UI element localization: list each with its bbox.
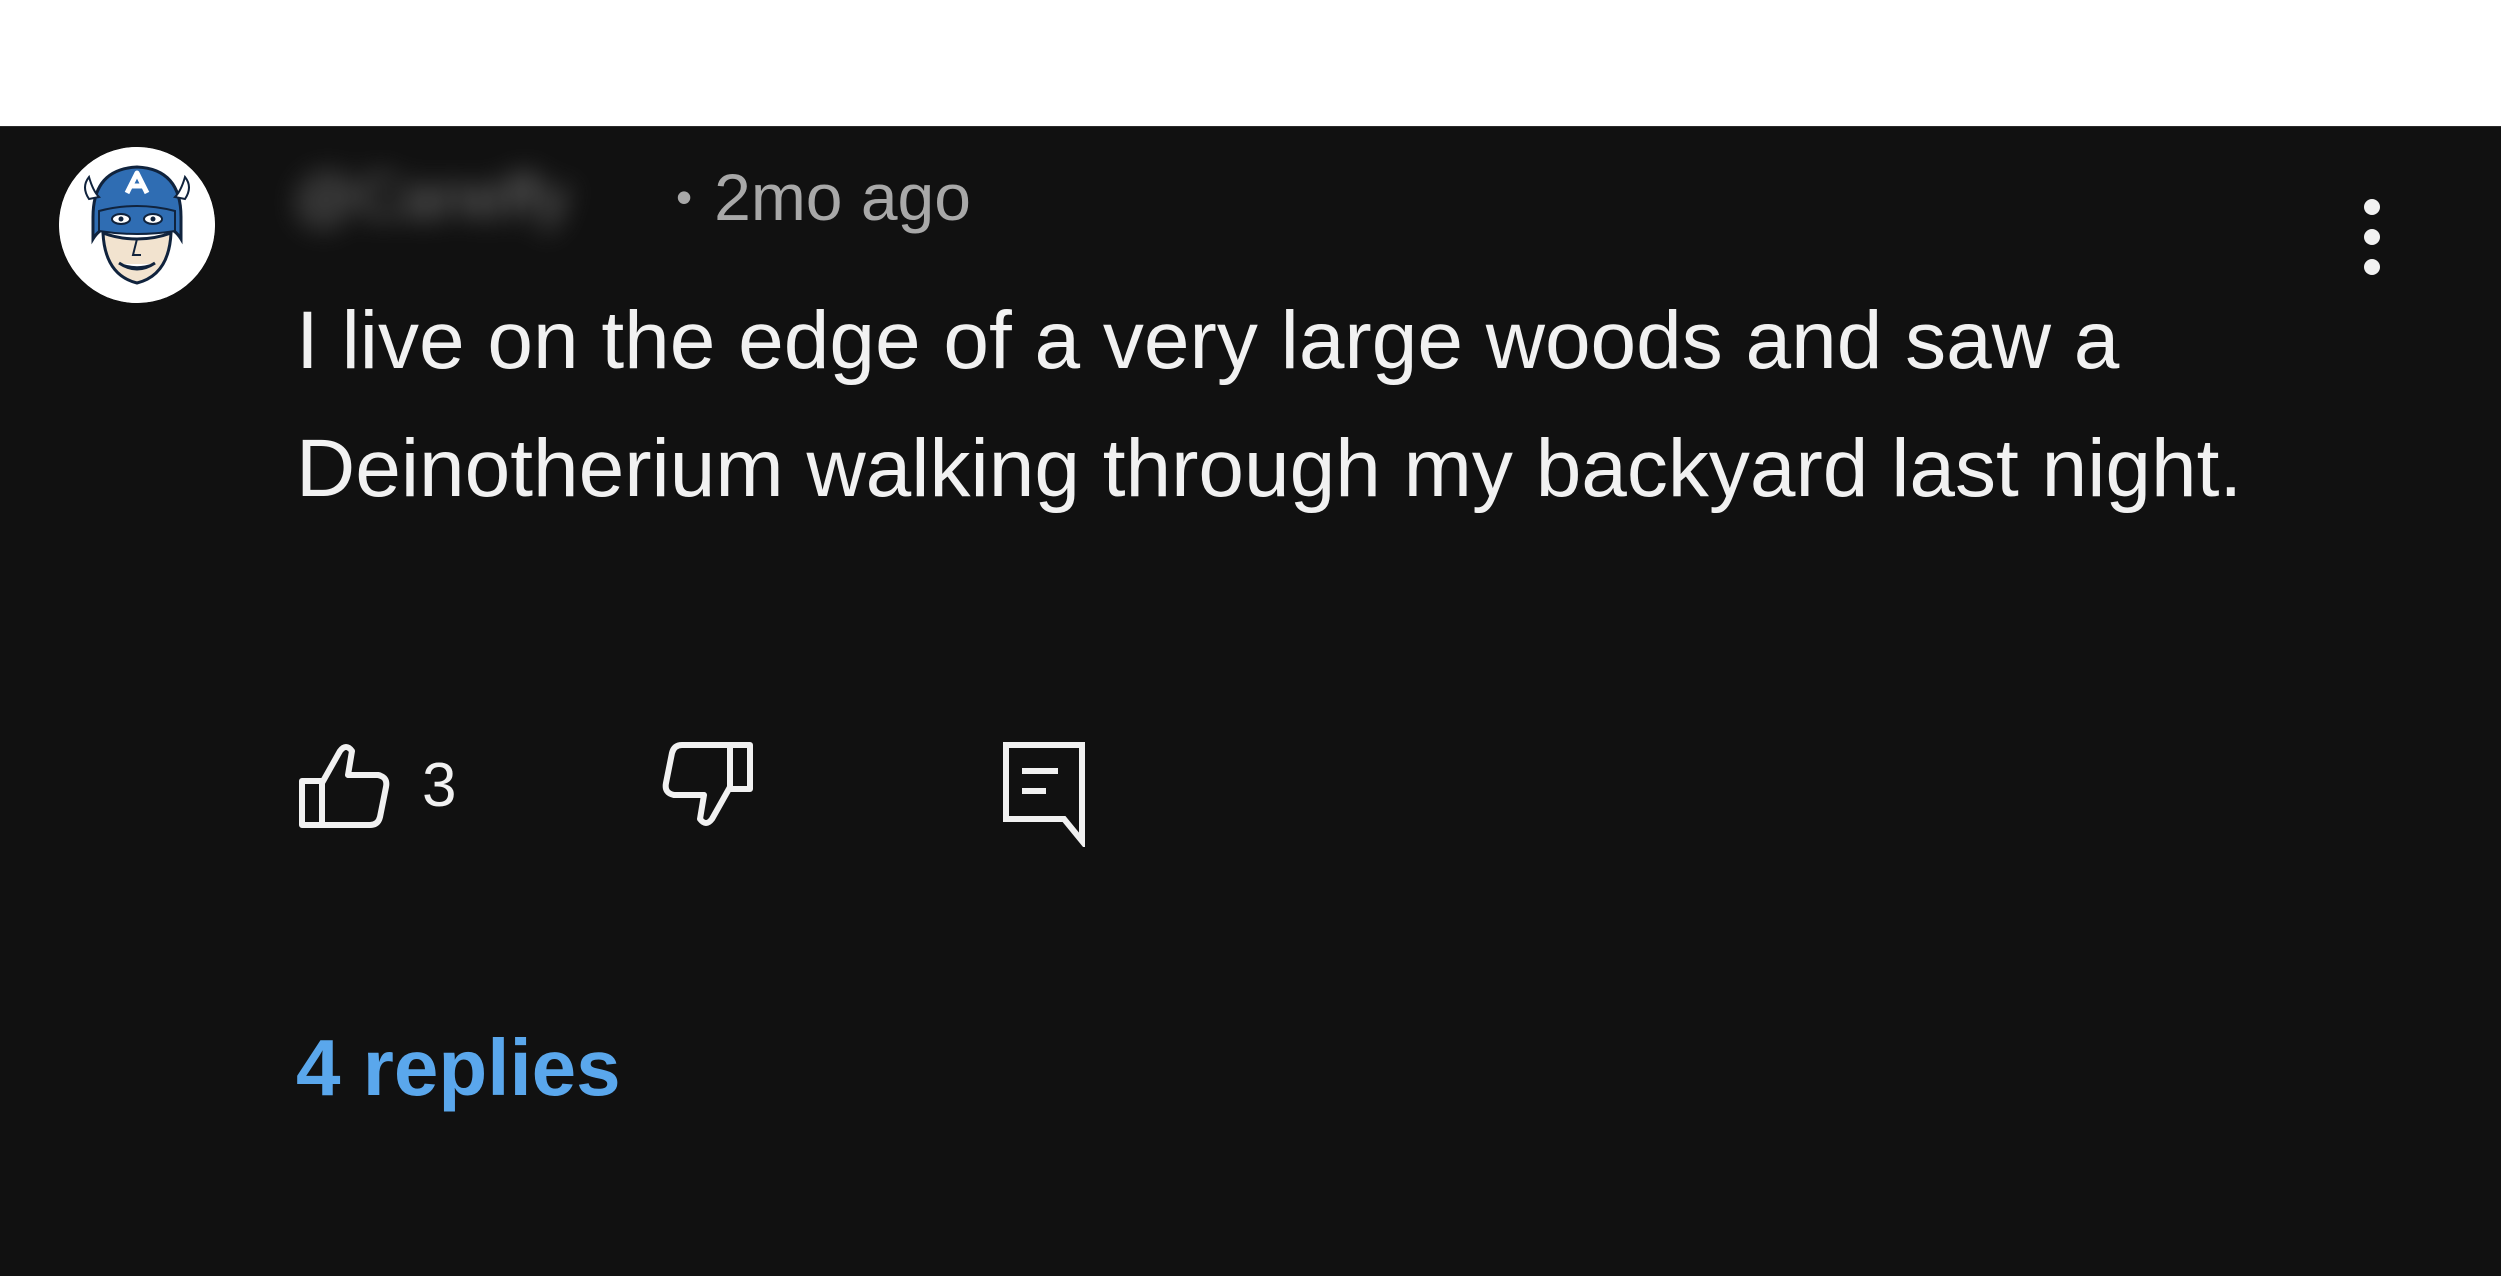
comment-actions: 3	[296, 737, 1196, 850]
comment-meta: @Caneffy • 2mo ago	[294, 157, 971, 237]
more-vertical-icon	[2364, 199, 2380, 275]
meta-separator: •	[676, 171, 693, 223]
view-replies-link[interactable]: 4 replies	[296, 1022, 621, 1114]
comment-timestamp: 2mo ago	[714, 160, 971, 234]
author-name[interactable]: @Caneffy	[294, 162, 654, 233]
comment-thread: @Caneffy • 2mo ago I live on the edge of…	[0, 126, 2501, 1276]
reply-comment-icon	[1003, 742, 1085, 850]
dislike-button[interactable]	[660, 737, 756, 838]
thumbs-up-icon	[299, 744, 390, 828]
more-options-button[interactable]	[2350, 177, 2394, 297]
like-button[interactable]: 3	[296, 737, 456, 833]
captain-america-avatar-image	[59, 147, 215, 303]
avatar[interactable]	[59, 147, 215, 303]
thumbs-down-icon	[662, 742, 753, 826]
top-whitespace	[0, 0, 2501, 126]
comment-body: I live on the edge of a very large woods…	[296, 295, 2243, 514]
like-count: 3	[422, 750, 457, 820]
reply-button[interactable]	[996, 737, 1092, 852]
